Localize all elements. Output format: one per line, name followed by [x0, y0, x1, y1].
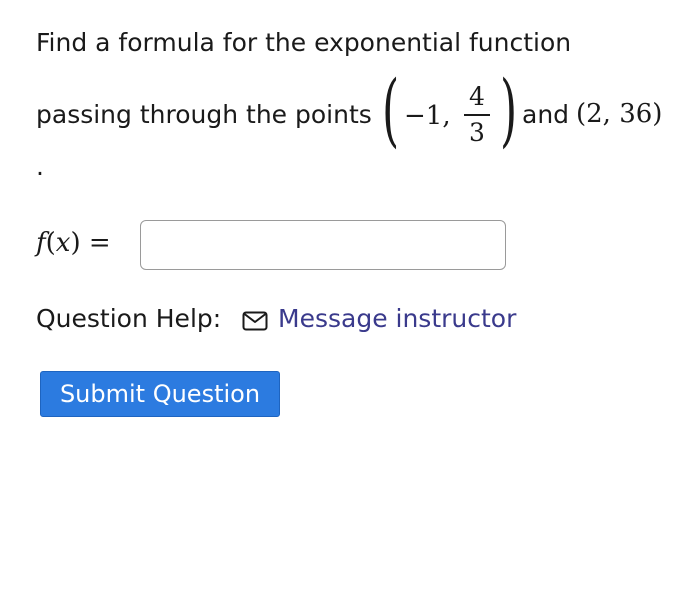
question-line-1: Find a formula for the exponential funct… [36, 28, 572, 57]
message-instructor-label: Message instructor [278, 304, 517, 333]
question-line-2-prefix: passing through the points [36, 100, 372, 129]
fraction-numerator: 4 [469, 82, 485, 111]
equals-sign: = [88, 228, 111, 258]
point1-x: −1, [404, 101, 451, 131]
mail-icon [242, 311, 268, 331]
function-name: f [36, 228, 46, 258]
question-help-label: Question Help: [36, 304, 222, 333]
trailing-period: . [36, 152, 44, 181]
fraction-bar [464, 114, 490, 116]
question-help: Question Help: Message instructor [36, 302, 636, 338]
answer-row: f(x) = [36, 220, 516, 274]
right-paren: ) [500, 63, 518, 156]
point2: (2, 36) [576, 99, 663, 129]
point1-y-fraction: 4 3 [464, 82, 490, 148]
function-variable: x [55, 228, 71, 258]
function-label: f(x) = [36, 228, 111, 258]
submit-question-button[interactable]: Submit Question [40, 371, 280, 417]
fraction-denominator: 3 [469, 118, 485, 147]
answer-input[interactable] [140, 220, 506, 270]
question-line-2: passing through the points ( −1, 4 3 ) a… [36, 70, 676, 156]
conjunction: and [522, 100, 570, 129]
left-paren: ( [382, 63, 400, 156]
